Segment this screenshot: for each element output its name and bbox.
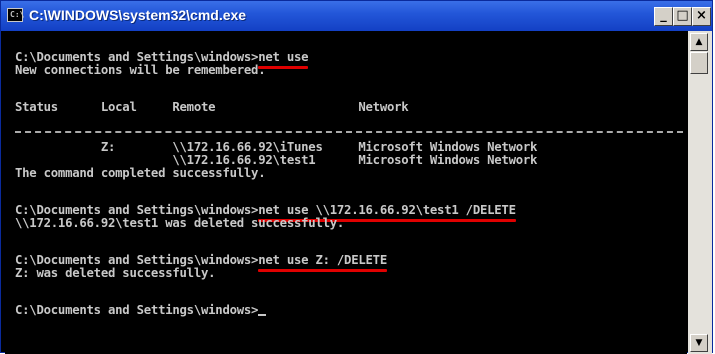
table-header: Status Local Remote Network xyxy=(15,100,409,114)
title-bar[interactable]: C:\ C:\WINDOWS\system32\cmd.exe _ □ × xyxy=(1,1,712,31)
prompt: C:\Documents and Settings\windows> xyxy=(15,203,259,217)
maximize-button[interactable]: □ xyxy=(673,7,692,26)
console-line: New connections will be remembered. xyxy=(15,63,266,77)
vertical-scrollbar[interactable]: ▲ ▼ xyxy=(688,31,712,354)
command-net-use: net use xyxy=(258,50,309,69)
console-line: \\172.16.66.92\test1 was deleted success… xyxy=(15,216,345,230)
prompt: C:\Documents and Settings\windows> xyxy=(15,303,259,317)
close-button[interactable]: × xyxy=(692,7,711,26)
command-text: net use xyxy=(258,50,309,64)
console-output[interactable]: C:\Documents and Settings\windows>net us… xyxy=(5,37,687,354)
minimize-button[interactable]: _ xyxy=(654,7,673,26)
cmd-window: C:\ C:\WINDOWS\system32\cmd.exe _ □ × C:… xyxy=(0,0,713,354)
prompt: C:\Documents and Settings\windows> xyxy=(15,50,259,64)
console-line: The command completed successfully. xyxy=(15,166,266,180)
command-text: net use Z: /DELETE xyxy=(258,253,387,267)
text-cursor xyxy=(258,314,267,316)
window-title: C:\WINDOWS\system32\cmd.exe xyxy=(29,7,247,23)
red-underline xyxy=(258,269,387,272)
command-text: net use \\172.16.66.92\test1 /DELETE xyxy=(258,203,516,217)
command-delete-test1: net use \\172.16.66.92\test1 /DELETE xyxy=(258,203,516,222)
red-underline xyxy=(258,66,309,69)
prompt: C:\Documents and Settings\windows> xyxy=(15,253,259,267)
scroll-up-arrow-icon[interactable]: ▲ xyxy=(690,33,708,51)
command-delete-z: net use Z: /DELETE xyxy=(258,253,387,272)
console-line: Z: was deleted successfully. xyxy=(15,266,216,280)
cmd-icon-text: C:\ xyxy=(10,10,25,19)
cmd-icon[interactable]: C:\ xyxy=(7,8,25,22)
scroll-thumb[interactable] xyxy=(690,52,708,74)
scroll-down-arrow-icon[interactable]: ▼ xyxy=(690,334,708,352)
header-divider xyxy=(15,131,683,133)
console-line: C:\Documents and Settings\windows> xyxy=(15,303,267,317)
